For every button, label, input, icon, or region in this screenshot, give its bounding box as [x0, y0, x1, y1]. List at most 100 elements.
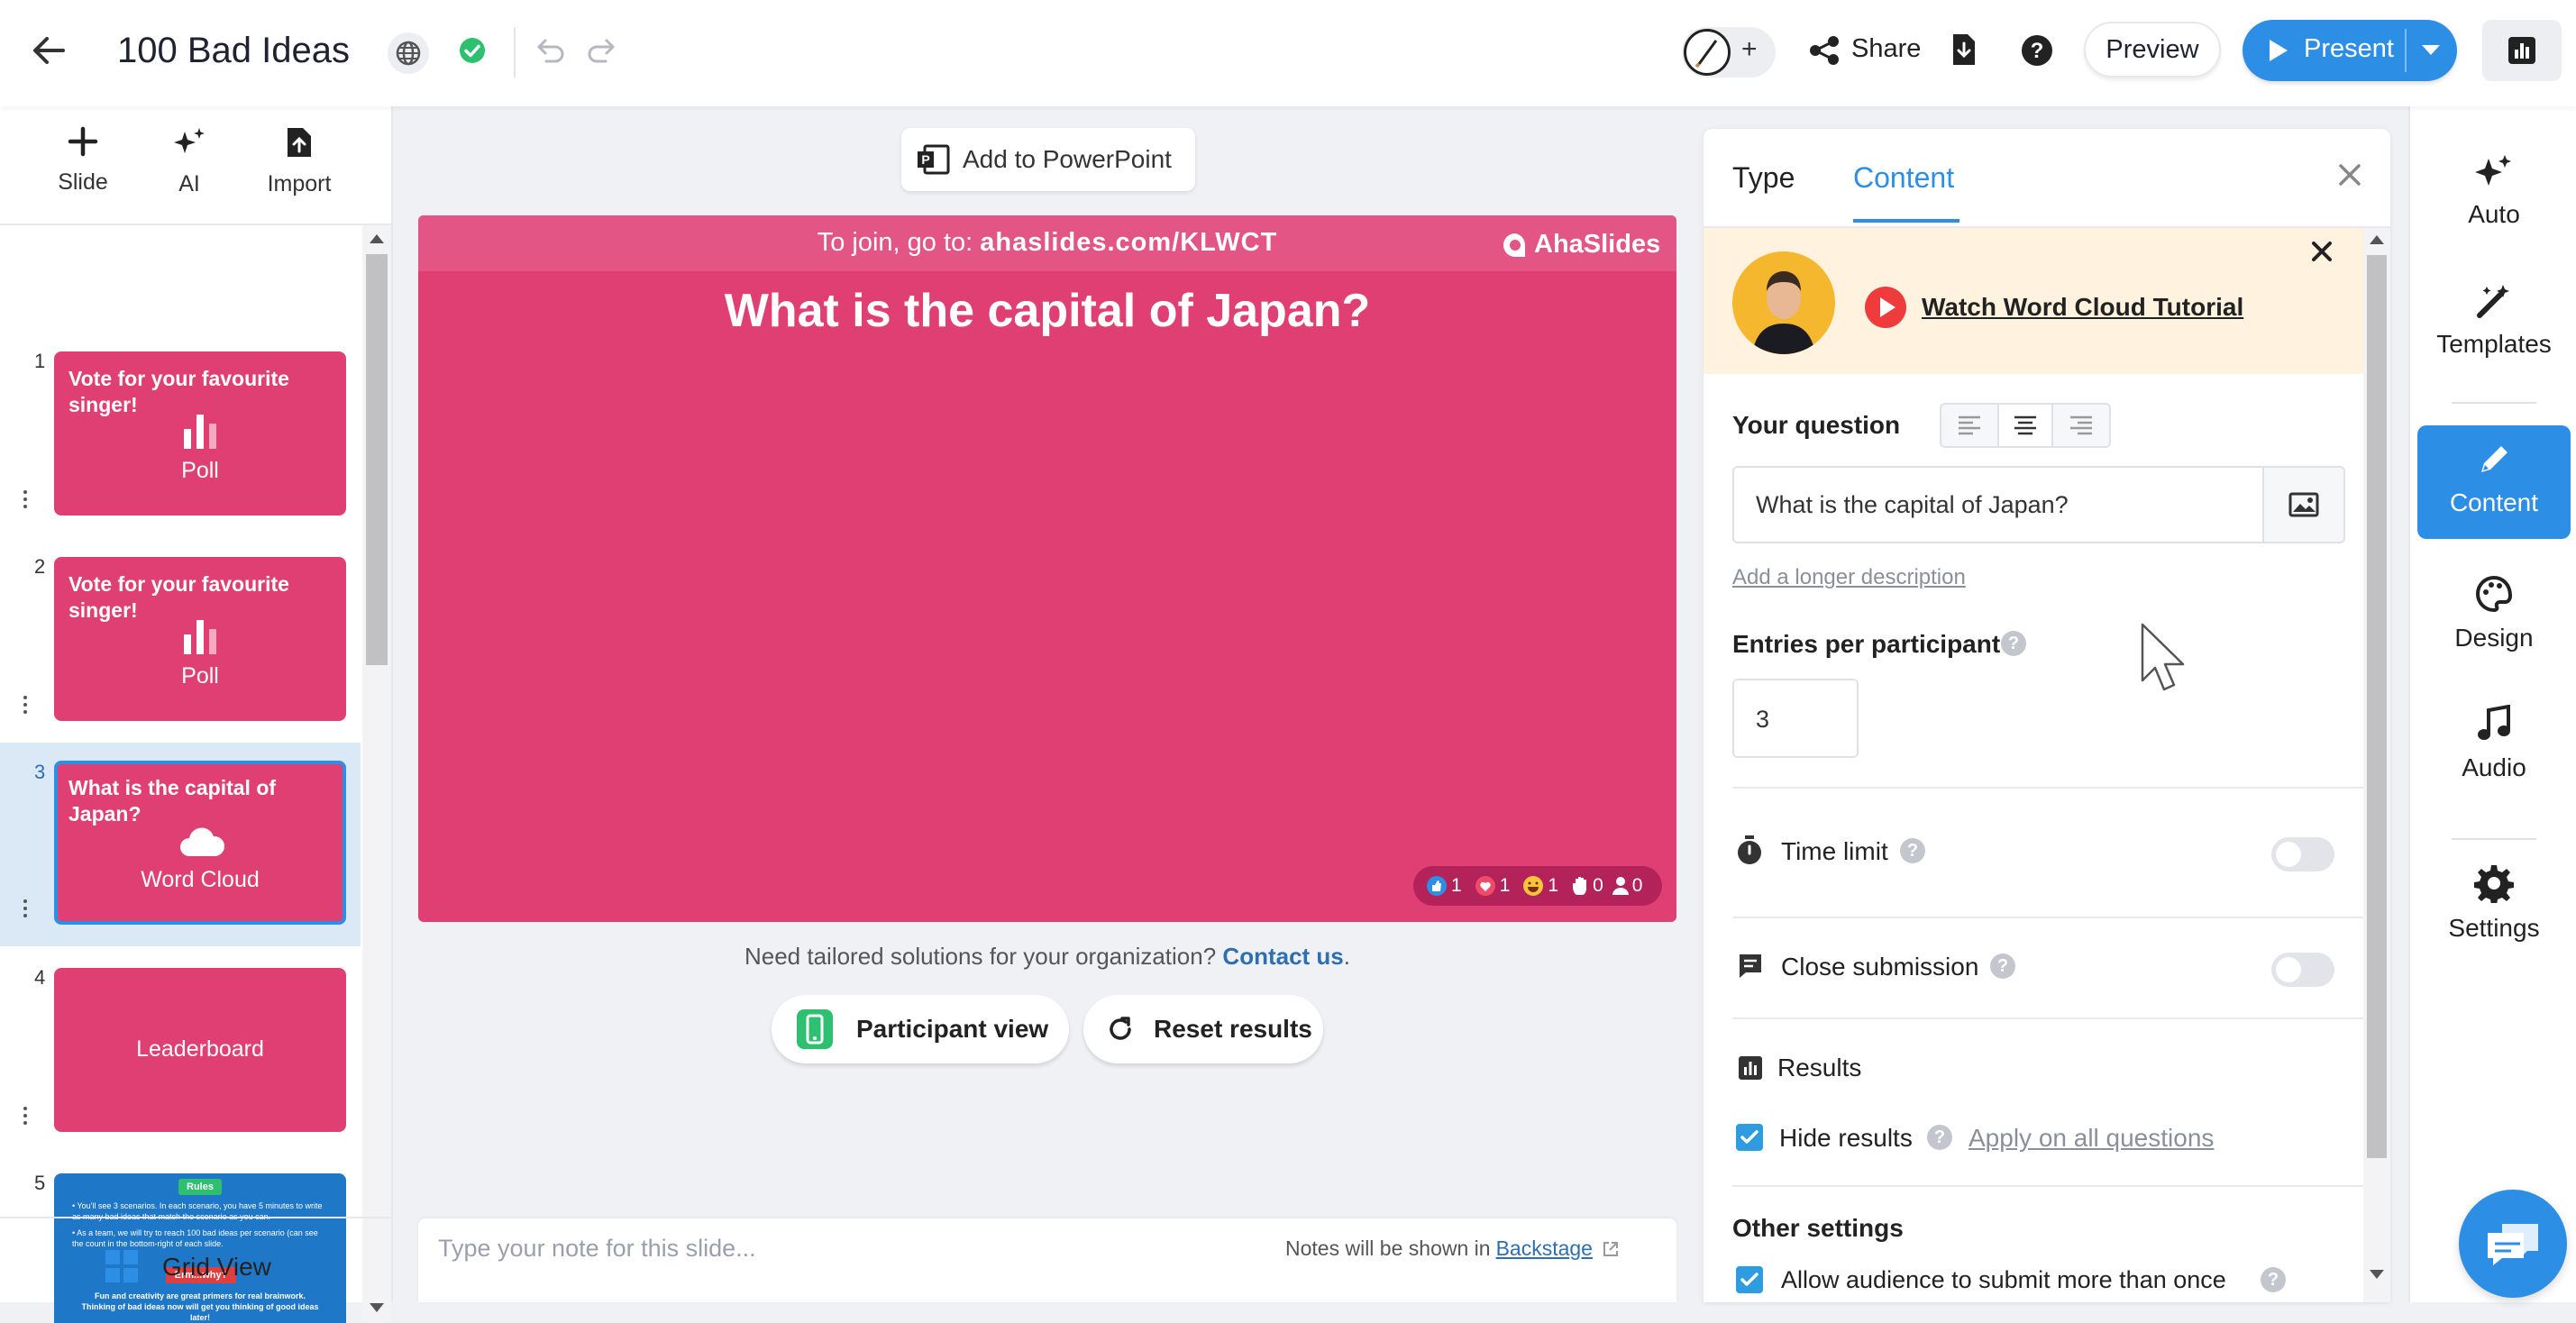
watch-tutorial-link[interactable]: Watch Word Cloud Tutorial: [1922, 293, 2243, 322]
slide-thumbnail-2[interactable]: Vote for your favourite singer! Poll: [54, 557, 346, 721]
entries-label: Entries per participant: [1732, 630, 2001, 658]
contact-us-link[interactable]: Contact us: [1222, 943, 1343, 970]
sidebar-item-templates[interactable]: Templates: [2417, 283, 2571, 359]
phone-icon: [797, 1009, 833, 1049]
add-to-powerpoint-button[interactable]: P Add to PowerPoint: [901, 128, 1195, 191]
help-icon[interactable]: ?: [2261, 1267, 2286, 1292]
your-question-label: Your question: [1732, 411, 1901, 439]
question-input-value: What is the capital of Japan?: [1756, 491, 2069, 518]
help-icon[interactable]: ?: [1900, 838, 1925, 863]
slide-thumbnail-3[interactable]: What is the capital of Japan? Word Cloud: [54, 761, 346, 925]
reset-results-button[interactable]: Reset results: [1083, 995, 1323, 1063]
scroll-down-arrow[interactable]: [370, 1303, 384, 1312]
sidebar-item-audio[interactable]: Audio: [2417, 705, 2571, 782]
divider: [0, 1217, 393, 1218]
add-description-link[interactable]: Add a longer description: [1732, 565, 1966, 590]
close-submission-toggle[interactable]: [2271, 953, 2334, 987]
help-icon[interactable]: ?: [1990, 953, 2015, 979]
sidebar-label: Design: [2454, 624, 2534, 652]
play-icon: [2268, 38, 2289, 63]
other-settings-label: Other settings: [1732, 1214, 1904, 1242]
sidebar-item-design[interactable]: Design: [2417, 575, 2571, 652]
insert-image-icon[interactable]: [2262, 466, 2345, 543]
question-input[interactable]: What is the capital of Japan?: [1732, 466, 2264, 543]
download-icon[interactable]: [1950, 32, 1978, 67]
slide-menu-icon[interactable]: [23, 899, 27, 917]
scrollbar-thumb[interactable]: [2367, 255, 2387, 1158]
tab-type[interactable]: Type: [1732, 161, 1795, 195]
chevron-down-icon[interactable]: [2421, 44, 2441, 57]
undo-icon[interactable]: [535, 38, 566, 63]
slide-menu-icon[interactable]: [23, 1107, 27, 1125]
scroll-up-arrow[interactable]: [370, 234, 384, 243]
add-slide-button[interactable]: Slide: [29, 126, 137, 196]
globe-icon[interactable]: [388, 32, 429, 74]
share-button[interactable]: Share: [1851, 34, 1921, 64]
saved-check-icon: [458, 36, 487, 65]
import-file-icon: [245, 126, 353, 159]
time-limit-toggle[interactable]: [2271, 837, 2334, 871]
sidebar-item-settings[interactable]: Settings: [2417, 863, 2571, 943]
backstage-link[interactable]: Backstage: [1496, 1236, 1593, 1261]
apply-all-questions-link[interactable]: Apply on all questions: [1969, 1124, 2214, 1153]
sidebar-item-auto[interactable]: Auto: [2417, 153, 2571, 229]
divider: [1732, 1017, 2363, 1019]
present-divider: [2405, 29, 2407, 72]
slide-list-panel: Slide AI Import 1 Vote for your favourit…: [0, 106, 393, 1323]
slide-thumbnail-1[interactable]: Vote for your favourite singer! Poll: [54, 351, 346, 516]
scroll-up-arrow[interactable]: [2370, 235, 2384, 244]
close-panel-icon[interactable]: [2338, 163, 2361, 187]
ai-button[interactable]: AI: [135, 126, 243, 197]
redo-icon[interactable]: [586, 38, 617, 63]
collaborators[interactable]: +: [1682, 27, 1776, 78]
presentation-title[interactable]: 100 Bad Ideas: [117, 31, 350, 71]
slide-menu-icon[interactable]: [23, 490, 27, 508]
participant-view-button[interactable]: Participant view: [772, 995, 1069, 1063]
slide-canvas[interactable]: To join, go to: ahaslides.com/KLWCT AhaS…: [418, 215, 1676, 922]
right-sidebar: Auto Templates Content Design Audio Sett…: [2408, 106, 2576, 1302]
align-center-icon[interactable]: [1997, 405, 2053, 446]
tab-content[interactable]: Content: [1853, 161, 1954, 195]
content-settings-panel: Type Content Watch Word Cloud Tutorial Y…: [1704, 129, 2390, 1302]
notes-area[interactable]: Type your note for this slide... Notes w…: [418, 1218, 1676, 1302]
align-right-icon[interactable]: [2053, 405, 2109, 446]
align-left-icon[interactable]: [1941, 405, 1997, 446]
present-button[interactable]: Present: [2243, 20, 2457, 81]
slide-thumbnail-4[interactable]: Leaderboard: [54, 968, 346, 1132]
panel-scrollbar[interactable]: [2363, 228, 2390, 1302]
close-tutorial-icon[interactable]: [2311, 241, 2333, 262]
entries-input[interactable]: 3: [1732, 679, 1859, 758]
slide-thumb-label: Leaderboard: [136, 1036, 264, 1062]
grid-view-button[interactable]: Grid View: [162, 1253, 271, 1282]
back-arrow-icon[interactable]: [32, 36, 65, 65]
tailored-text: Need tailored solutions for your organiz…: [744, 943, 1217, 970]
magic-wand-icon: [2417, 283, 2571, 319]
scrollbar-thumb[interactable]: [366, 254, 388, 665]
add-collaborator-icon[interactable]: +: [1741, 34, 1758, 65]
slide-menu-icon[interactable]: [23, 696, 27, 714]
slide-thumbnail-5[interactable]: Rules • You'll see 3 scenarios. In each …: [54, 1173, 346, 1323]
import-button[interactable]: Import: [245, 126, 353, 197]
play-circle-icon[interactable]: [1864, 286, 1907, 329]
sidebar-item-content[interactable]: Content: [2417, 442, 2571, 517]
slide-thumb-title: Vote for your favourite singer!: [69, 367, 289, 416]
hide-results-checkbox[interactable]: [1736, 1124, 1763, 1151]
sidebar-label: Content: [2449, 488, 2539, 516]
share-icon[interactable]: [1808, 34, 1841, 67]
entries-input-value: 3: [1756, 706, 1770, 733]
preview-button[interactable]: Preview: [2084, 22, 2221, 78]
scroll-down-arrow[interactable]: [2370, 1270, 2384, 1279]
grid-view-icon[interactable]: [105, 1249, 139, 1283]
tool-label: Import: [267, 171, 332, 196]
help-icon[interactable]: ?: [2021, 34, 2053, 67]
allow-multiple-submissions-checkbox[interactable]: [1736, 1266, 1763, 1293]
help-icon[interactable]: ?: [2001, 631, 2026, 656]
mouse-cursor-icon: [2140, 622, 2187, 692]
slide-list-scrollbar[interactable]: [362, 225, 391, 1323]
chat-support-icon[interactable]: [2459, 1190, 2567, 1298]
active-tab-underline: [1853, 219, 1959, 223]
help-icon[interactable]: ?: [1927, 1125, 1952, 1150]
analytics-icon[interactable]: [2482, 20, 2562, 81]
powerpoint-icon: P: [916, 143, 950, 176]
heart-icon: [1475, 876, 1495, 896]
